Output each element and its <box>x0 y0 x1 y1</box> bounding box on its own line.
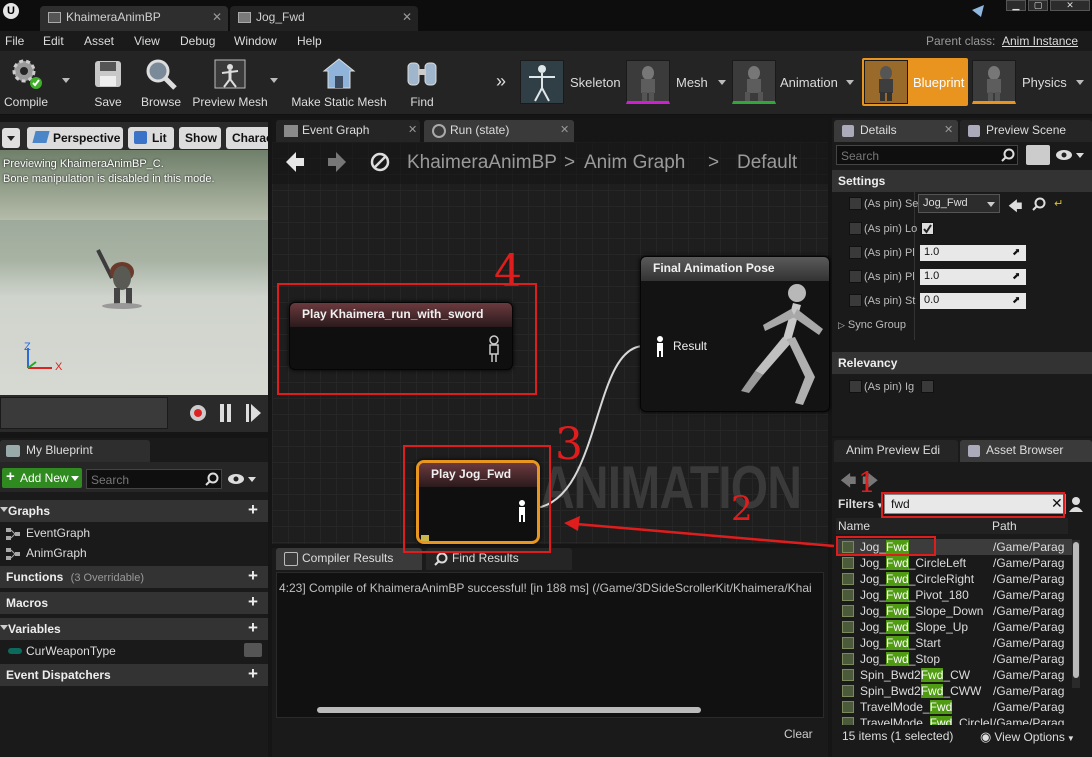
annotation-number-1: 1 <box>858 466 876 499</box>
annotation-number-2: 2 <box>731 489 753 529</box>
annotation-number-3: 3 <box>555 419 583 470</box>
annotation-arrow <box>564 516 835 548</box>
annotation-number-4: 4 <box>494 246 522 297</box>
